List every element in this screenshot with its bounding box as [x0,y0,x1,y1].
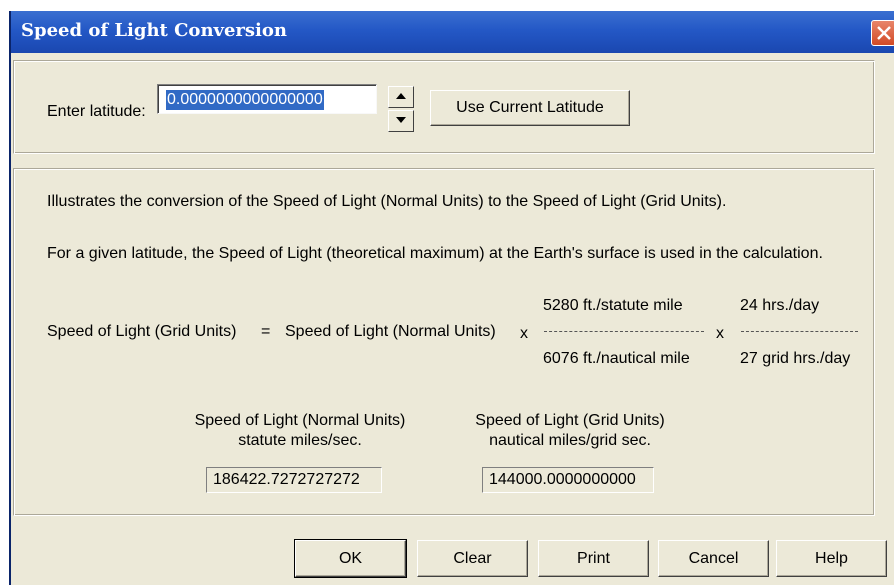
cancel-button[interactable]: Cancel [658,540,769,577]
formula-lhs: Speed of Light (Grid Units) [47,323,237,340]
window-title: Speed of Light Conversion [21,20,287,41]
fraction1-numerator: 5280 ft./statute mile [543,297,683,314]
fraction1-denominator: 6076 ft./nautical mile [543,350,690,367]
formula-equals: = [261,323,271,340]
normal-units-subtitle: statute miles/sec. [238,432,362,449]
close-icon [877,26,891,40]
fraction2-denominator: 27 grid hrs./day [740,350,851,367]
formula-times-1: x [520,325,528,342]
arrow-up-icon [396,93,406,99]
info-line-1: Illustrates the conversion of the Speed … [47,193,727,210]
grid-units-value: 144000.0000000000 [489,471,636,488]
grid-units-subtitle: nautical miles/grid sec. [489,432,651,449]
latitude-label: Enter latitude: [47,103,146,120]
latitude-value: 0.0000000000000000 [166,90,324,110]
ok-button[interactable]: OK [294,539,407,578]
fraction2-bar [741,331,858,332]
normal-units-value-field: 186422.7272727272 [206,467,382,493]
fraction1-bar [544,331,704,332]
title-bar[interactable]: Speed of Light Conversion [11,11,894,53]
conversion-group [13,168,875,516]
latitude-spin-down-button[interactable] [388,110,414,132]
arrow-down-icon [396,117,406,123]
fraction2-numerator: 24 hrs./day [740,297,820,314]
formula-rhs: Speed of Light (Normal Units) [285,323,496,340]
latitude-input[interactable]: 0.0000000000000000 [157,84,377,114]
latitude-spin-up-button[interactable] [388,86,414,108]
print-button[interactable]: Print [538,540,649,577]
grid-units-value-field: 144000.0000000000 [482,467,654,493]
help-button[interactable]: Help [776,540,887,577]
clear-button[interactable]: Clear [417,540,528,577]
normal-units-title: Speed of Light (Normal Units) [194,412,406,429]
info-line-2: For a given latitude, the Speed of Light… [47,245,823,262]
normal-units-value: 186422.7272727272 [213,471,360,488]
formula-times-2: x [716,325,724,342]
close-button[interactable] [871,20,894,46]
use-current-latitude-button[interactable]: Use Current Latitude [430,90,630,126]
grid-units-title: Speed of Light (Grid Units) [475,412,665,429]
